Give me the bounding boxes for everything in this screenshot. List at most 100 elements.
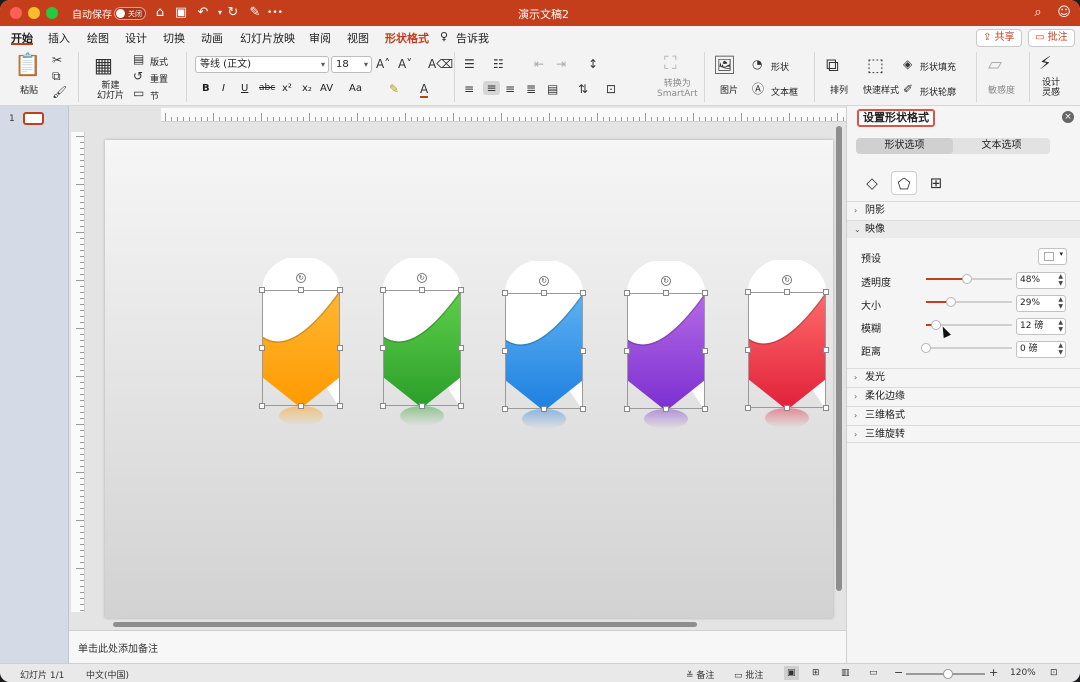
section-3d-format[interactable]: › 三维格式 bbox=[847, 406, 1080, 424]
align-left-icon[interactable]: ≡ bbox=[464, 82, 474, 96]
change-case-button[interactable]: Aa bbox=[349, 83, 362, 94]
font-color-icon[interactable]: A bbox=[420, 82, 429, 98]
designer-icon[interactable]: ⚡ bbox=[1039, 54, 1052, 74]
designer-label[interactable]: 设计 灵感 bbox=[1042, 78, 1060, 98]
slide-thumbnail[interactable] bbox=[23, 112, 44, 125]
size-spinner[interactable]: 29% ▲ ▼ bbox=[1016, 295, 1066, 312]
section-soft-edges[interactable]: › 柔化边缘 bbox=[847, 387, 1080, 405]
sensitivity-icon[interactable]: ▱ bbox=[988, 55, 1002, 75]
resize-handle[interactable] bbox=[580, 348, 586, 354]
resize-handle[interactable] bbox=[419, 287, 425, 293]
resize-handle[interactable] bbox=[380, 287, 386, 293]
clear-format-icon[interactable]: A⌫ bbox=[428, 57, 453, 71]
spinner-arrows-icon[interactable]: ▲ ▼ bbox=[1058, 296, 1063, 310]
italic-button[interactable]: I bbox=[222, 83, 225, 94]
reset-icon[interactable]: ↺ bbox=[133, 69, 143, 83]
resize-handle[interactable] bbox=[823, 289, 829, 295]
horizontal-scrollbar[interactable] bbox=[113, 622, 697, 627]
tab-view[interactable]: 视图 bbox=[347, 30, 369, 46]
preset-dropdown[interactable]: ▾ bbox=[1038, 248, 1067, 265]
shape-fill-icon[interactable]: ◈ bbox=[903, 57, 912, 71]
effects-icon[interactable]: ⬠ bbox=[891, 171, 917, 195]
slide-canvas[interactable]: ↻ ↻ ↻ ↻ ↻ bbox=[105, 140, 833, 618]
paste-icon[interactable]: 📋 bbox=[14, 54, 41, 78]
size-thumb[interactable] bbox=[945, 297, 956, 307]
shape-outline-icon[interactable]: ✐ bbox=[903, 82, 913, 96]
vertical-scrollbar[interactable] bbox=[836, 126, 842, 591]
resize-handle[interactable] bbox=[502, 348, 508, 354]
numbering-icon[interactable]: ☷ bbox=[493, 57, 504, 71]
language[interactable]: 中文(中国) bbox=[86, 668, 129, 681]
resize-handle[interactable] bbox=[784, 289, 790, 295]
convert-smartart-label[interactable]: 转换为 SmartArt bbox=[657, 79, 698, 99]
shape-outline-label[interactable]: 形状轮廓 bbox=[920, 85, 956, 98]
resize-handle[interactable] bbox=[419, 403, 425, 409]
tab-slideshow[interactable]: 幻灯片放映 bbox=[240, 30, 295, 46]
resize-handle[interactable] bbox=[337, 345, 343, 351]
fit-slide-icon[interactable]: ⊡ bbox=[1050, 668, 1058, 678]
tab-draw[interactable]: 绘图 bbox=[87, 30, 109, 46]
close-window-button[interactable] bbox=[10, 7, 22, 19]
resize-handle[interactable] bbox=[823, 347, 829, 353]
distance-thumb[interactable] bbox=[921, 343, 931, 353]
minimize-window-button[interactable] bbox=[28, 7, 40, 19]
textbox-label[interactable]: 文本框 bbox=[771, 85, 798, 98]
resize-handle[interactable] bbox=[541, 406, 547, 412]
rotate-handle-icon[interactable]: ↻ bbox=[296, 273, 306, 283]
resize-handle[interactable] bbox=[745, 405, 751, 411]
undo-icon[interactable]: ↶ bbox=[194, 4, 212, 22]
cut-icon[interactable]: ✂ bbox=[52, 53, 62, 67]
more-icon[interactable]: ••• bbox=[266, 4, 284, 22]
size-slider[interactable] bbox=[926, 297, 1012, 307]
smartart-icon[interactable]: ⛶ bbox=[664, 54, 677, 74]
search-icon[interactable]: ⌕ bbox=[1029, 4, 1047, 22]
resize-handle[interactable] bbox=[502, 406, 508, 412]
rotate-handle-icon[interactable]: ↻ bbox=[661, 276, 671, 286]
format-painter-icon[interactable]: 🖌 bbox=[52, 85, 67, 99]
align-center-icon[interactable]: ≡ bbox=[483, 81, 500, 95]
section-icon[interactable]: ▭ bbox=[133, 86, 144, 100]
slideshow-icon[interactable]: ▭ bbox=[869, 668, 878, 678]
resize-handle[interactable] bbox=[259, 345, 265, 351]
resize-handle[interactable] bbox=[702, 348, 708, 354]
zoom-level[interactable]: 120% bbox=[1010, 668, 1036, 678]
resize-handle[interactable] bbox=[337, 287, 343, 293]
resize-handle[interactable] bbox=[259, 287, 265, 293]
comments-button[interactable]: ▭ 批注 bbox=[1028, 29, 1075, 47]
tab-transitions[interactable]: 切换 bbox=[163, 30, 185, 46]
transparency-spinner[interactable]: 48% ▲ ▼ bbox=[1016, 272, 1066, 289]
section-3d-rotation[interactable]: › 三维旋转 bbox=[847, 425, 1080, 443]
section-label[interactable]: 节 bbox=[150, 89, 159, 102]
autosave-toggle[interactable]: 关闭 bbox=[114, 7, 146, 20]
resize-handle[interactable] bbox=[541, 290, 547, 296]
new-slide-icon[interactable]: ▦ bbox=[94, 54, 113, 76]
grow-font-icon[interactable]: A˄ bbox=[376, 57, 390, 71]
notes-button[interactable]: ≚ 备注 bbox=[686, 668, 714, 681]
transparency-thumb[interactable] bbox=[962, 274, 973, 284]
underline-button[interactable]: U bbox=[241, 83, 248, 94]
rotate-handle-icon[interactable]: ↻ bbox=[782, 275, 792, 285]
increase-indent-icon[interactable]: ⇥ bbox=[556, 57, 566, 71]
resize-handle[interactable] bbox=[580, 406, 586, 412]
resize-handle[interactable] bbox=[337, 403, 343, 409]
share-button[interactable]: ⇪ 共享 bbox=[976, 29, 1022, 47]
slide-sorter-icon[interactable]: ⊞ bbox=[812, 668, 820, 678]
decrease-indent-icon[interactable]: ⇤ bbox=[534, 57, 544, 71]
tab-text-options[interactable]: 文本选项 bbox=[953, 138, 1050, 154]
spinner-arrows-icon[interactable]: ▲ ▼ bbox=[1058, 319, 1063, 333]
copy-icon[interactable]: ⧉ bbox=[52, 69, 61, 83]
highlight-icon[interactable]: ✎ bbox=[389, 82, 399, 96]
picture-icon[interactable]: 🖼 bbox=[713, 56, 736, 76]
reset-label[interactable]: 重置 bbox=[150, 72, 168, 85]
font-size-dropdown[interactable]: 18 ▾ bbox=[331, 56, 372, 73]
zoom-out-icon[interactable]: − bbox=[894, 666, 903, 679]
distance-slider[interactable] bbox=[921, 343, 1012, 353]
textbox-icon[interactable]: Ⓐ bbox=[752, 82, 764, 96]
strikethrough-button[interactable]: abc bbox=[259, 83, 275, 93]
account-icon[interactable]: ☺ bbox=[1055, 4, 1073, 22]
resize-handle[interactable] bbox=[624, 290, 630, 296]
resize-handle[interactable] bbox=[624, 348, 630, 354]
section-reflection[interactable]: ⌄ 映像 bbox=[847, 220, 1080, 238]
resize-handle[interactable] bbox=[580, 290, 586, 296]
resize-handle[interactable] bbox=[663, 290, 669, 296]
